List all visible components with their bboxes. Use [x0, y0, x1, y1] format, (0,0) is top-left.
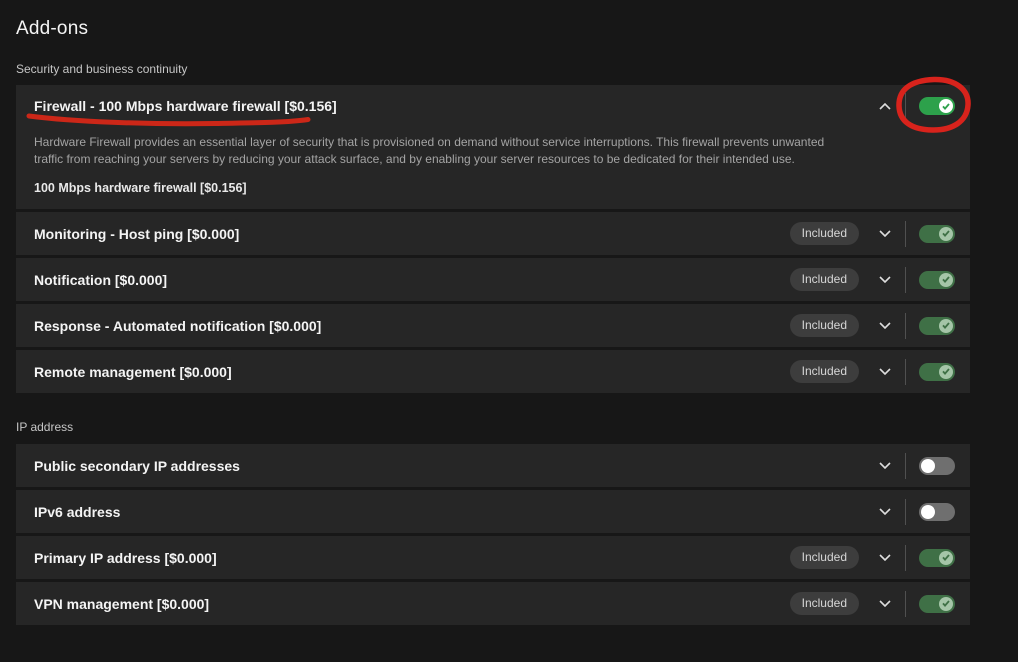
chevron-up-icon[interactable]: [879, 103, 891, 110]
toggle-knob: [939, 273, 953, 287]
divider: [905, 591, 906, 617]
toggle-knob: [939, 597, 953, 611]
chevron-down-icon[interactable]: [879, 600, 891, 607]
addon-toggle-ipv6[interactable]: [919, 503, 955, 521]
included-badge: Included: [790, 592, 859, 615]
addons-page: Add-ons Security and business continuity…: [16, 0, 970, 625]
addon-row-firewall[interactable]: Firewall - 100 Mbps hardware firewall [$…: [16, 85, 970, 127]
toggle-knob: [939, 227, 953, 241]
divider: [905, 221, 906, 247]
section-label-security: Security and business continuity: [16, 62, 970, 76]
addon-title: Primary IP address [$0.000]: [34, 550, 217, 566]
addon-row-response[interactable]: Response - Automated notification [$0.00…: [16, 304, 970, 347]
addon-row-primary-ip[interactable]: Primary IP address [$0.000] Included: [16, 536, 970, 579]
divider: [905, 545, 906, 571]
addon-title: VPN management [$0.000]: [34, 596, 209, 612]
addon-title: IPv6 address: [34, 504, 120, 520]
toggle-knob: [921, 505, 935, 519]
addon-title: Firewall - 100 Mbps hardware firewall [$…: [34, 98, 337, 114]
addon-toggle-public-secondary-ip[interactable]: [919, 457, 955, 475]
divider: [905, 359, 906, 385]
check-icon: [942, 368, 950, 375]
addon-row-notification[interactable]: Notification [$0.000] Included: [16, 258, 970, 301]
chevron-down-icon[interactable]: [879, 508, 891, 515]
divider: [905, 499, 906, 525]
addon-toggle-firewall[interactable]: [919, 97, 955, 115]
included-badge: Included: [790, 546, 859, 569]
check-icon: [942, 322, 950, 329]
section-label-ip-address: IP address: [16, 420, 970, 434]
addon-panel-firewall: Firewall - 100 Mbps hardware firewall [$…: [16, 85, 970, 209]
addon-selected-option: 100 Mbps hardware firewall [$0.156]: [16, 181, 970, 195]
included-badge: Included: [790, 222, 859, 245]
addon-toggle-monitoring[interactable]: [919, 225, 955, 243]
addon-row-public-secondary-ip[interactable]: Public secondary IP addresses: [16, 444, 970, 487]
addon-row-monitoring[interactable]: Monitoring - Host ping [$0.000] Included: [16, 212, 970, 255]
chevron-down-icon[interactable]: [879, 322, 891, 329]
check-icon: [942, 276, 950, 283]
check-icon: [942, 230, 950, 237]
included-badge: Included: [790, 314, 859, 337]
addon-description: Hardware Firewall provides an essential …: [16, 134, 856, 167]
chevron-down-icon[interactable]: [879, 462, 891, 469]
addon-toggle-response[interactable]: [919, 317, 955, 335]
toggle-knob: [939, 319, 953, 333]
addon-title: Remote management [$0.000]: [34, 364, 232, 380]
included-badge: Included: [790, 268, 859, 291]
toggle-knob: [939, 99, 953, 113]
addon-title: Public secondary IP addresses: [34, 458, 240, 474]
addon-toggle-notification[interactable]: [919, 271, 955, 289]
chevron-down-icon[interactable]: [879, 230, 891, 237]
addon-title: Notification [$0.000]: [34, 272, 167, 288]
addon-toggle-remote-management[interactable]: [919, 363, 955, 381]
addon-title: Response - Automated notification [$0.00…: [34, 318, 321, 334]
toggle-knob: [939, 551, 953, 565]
check-icon: [942, 103, 950, 110]
check-icon: [942, 554, 950, 561]
page-title: Add-ons: [16, 0, 970, 40]
chevron-down-icon[interactable]: [879, 276, 891, 283]
addon-title: Monitoring - Host ping [$0.000]: [34, 226, 239, 242]
check-icon: [942, 600, 950, 607]
chevron-down-icon[interactable]: [879, 554, 891, 561]
toggle-knob: [921, 459, 935, 473]
divider: [905, 93, 906, 119]
addon-row-remote-management[interactable]: Remote management [$0.000] Included: [16, 350, 970, 393]
addon-toggle-vpn-management[interactable]: [919, 595, 955, 613]
toggle-knob: [939, 365, 953, 379]
chevron-down-icon[interactable]: [879, 368, 891, 375]
addon-toggle-primary-ip[interactable]: [919, 549, 955, 567]
divider: [905, 267, 906, 293]
divider: [905, 453, 906, 479]
addon-row-ipv6[interactable]: IPv6 address: [16, 490, 970, 533]
included-badge: Included: [790, 360, 859, 383]
divider: [905, 313, 906, 339]
addon-row-vpn-management[interactable]: VPN management [$0.000] Included: [16, 582, 970, 625]
